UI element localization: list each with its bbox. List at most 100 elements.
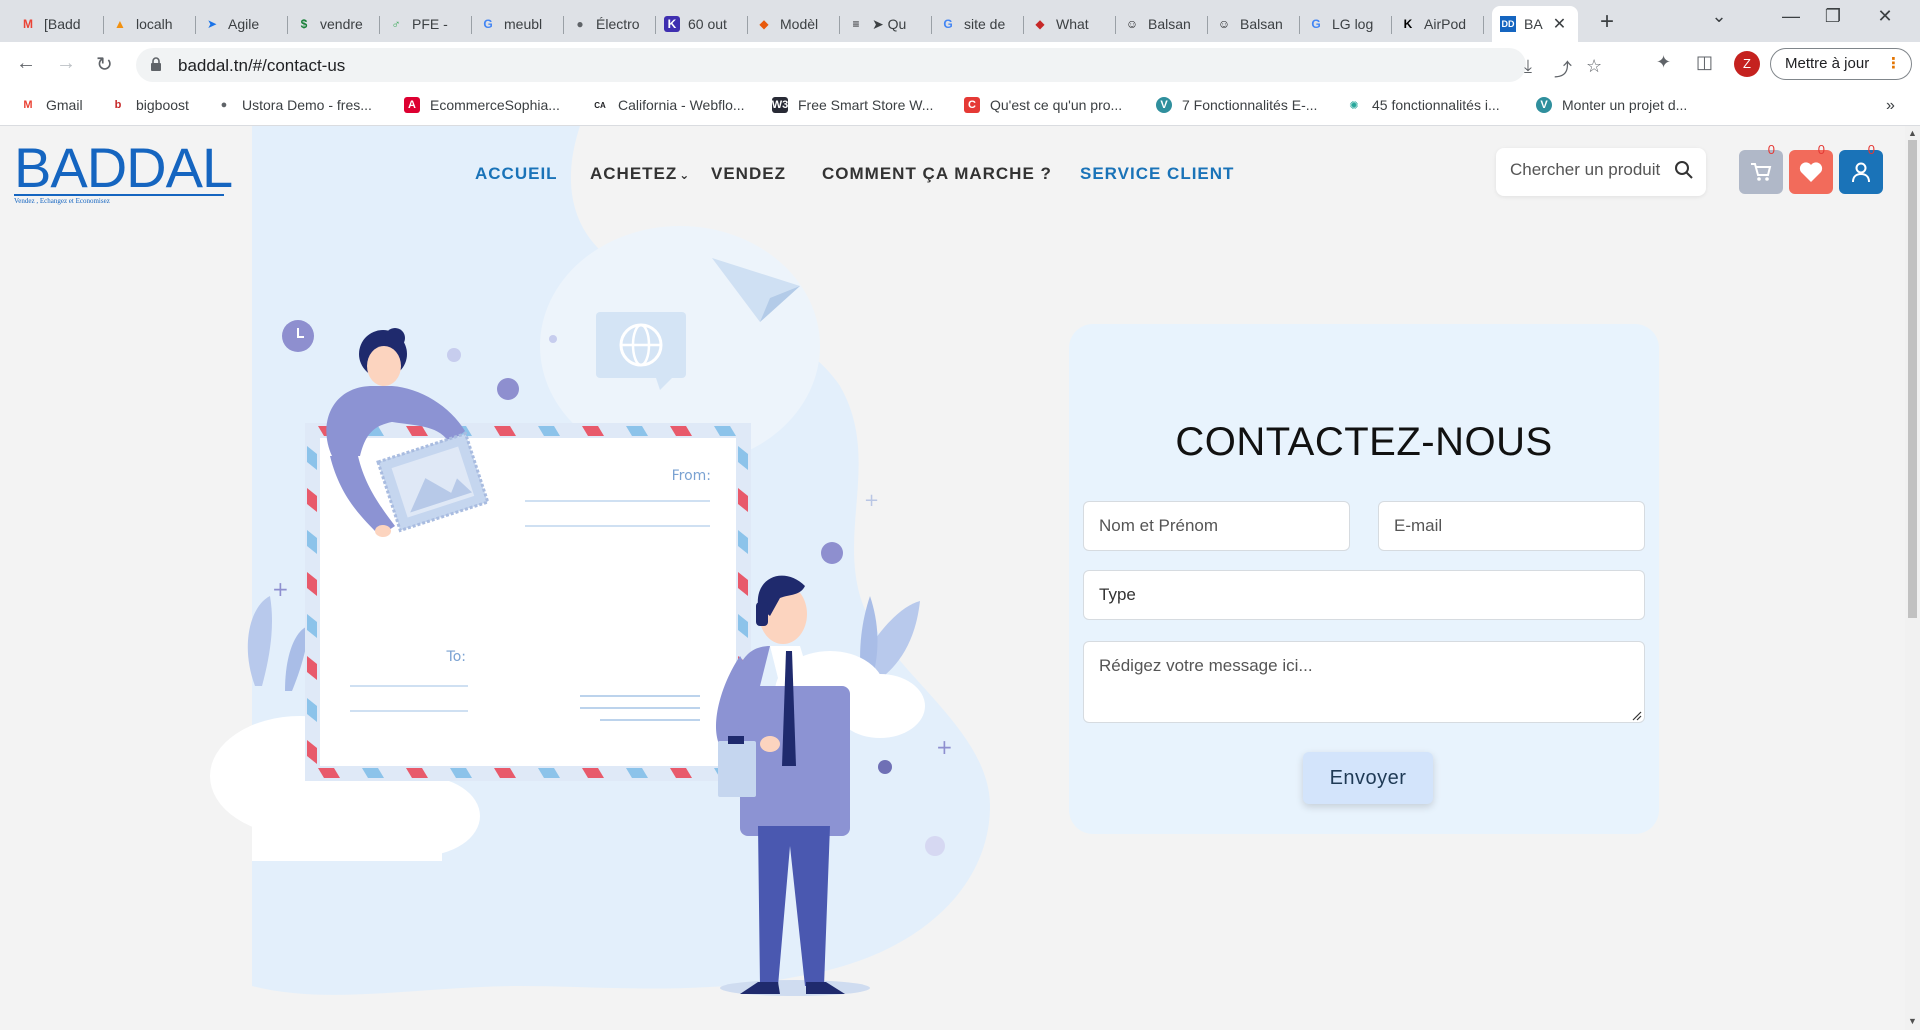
- browser-tab[interactable]: ♂ PFE -: [380, 6, 472, 42]
- address-bar[interactable]: baddal.tn/#/contact-us ⤓ ⤴ ☆: [136, 48, 1602, 82]
- browser-tab[interactable]: ➤ Agile: [196, 6, 288, 42]
- browser-tab[interactable]: DD BA ✕: [1492, 6, 1578, 42]
- browser-tab[interactable]: Gsite de: [932, 6, 1024, 42]
- browser-tab[interactable]: ▲ localh: [104, 6, 196, 42]
- browser-tab[interactable]: K AirPod: [1392, 6, 1484, 42]
- nav-customer-service[interactable]: SERVICE CLIENT: [1080, 164, 1234, 184]
- search-input[interactable]: [1510, 160, 1670, 180]
- site-logo[interactable]: BADDAL Vendez , Echangez et Economisez: [14, 136, 233, 205]
- w3-icon: W3: [771, 97, 789, 113]
- share-icon[interactable]: ⤴: [1554, 56, 1572, 82]
- bookmark-item[interactable]: M Gmail: [20, 97, 83, 113]
- browser-tab[interactable]: $ vendre: [288, 6, 380, 42]
- scroll-up-icon[interactable]: ▲: [1908, 128, 1917, 138]
- scroll-down-icon[interactable]: ▼: [1908, 1016, 1917, 1026]
- wishlist-button[interactable]: 0: [1789, 142, 1833, 194]
- browser-tab[interactable]: ≡ ➤ Qu: [840, 6, 932, 42]
- send-button[interactable]: Envoyer: [1303, 752, 1433, 804]
- close-window-icon[interactable]: ✕: [1870, 6, 1900, 27]
- url-text: baddal.tn/#/contact-us: [178, 56, 346, 75]
- nav-how-it-works[interactable]: COMMENT ÇA MARCHE ?: [822, 164, 1052, 184]
- browser-tab[interactable]: ◆ What: [1024, 6, 1116, 42]
- bookmark-item[interactable]: W3 Free Smart Store W...: [772, 97, 933, 113]
- tab-title: ➤ Qu: [872, 15, 907, 32]
- message-field[interactable]: [1083, 641, 1645, 723]
- tab-title: BA: [1524, 16, 1543, 32]
- browser-tab[interactable]: ☺ Balsan: [1116, 6, 1208, 42]
- reload-icon[interactable]: ↻: [96, 52, 113, 77]
- tab-title: Électro: [596, 16, 640, 32]
- tab-title: Balsan: [1148, 16, 1191, 32]
- bigboost-icon: b: [114, 99, 122, 111]
- tab-title: 60 out: [688, 16, 727, 32]
- dots-icon: ✺: [1349, 99, 1359, 112]
- new-tab-icon[interactable]: +: [1600, 8, 1614, 36]
- browser-tab[interactable]: M [Badd: [12, 6, 104, 42]
- bookmark-label: Gmail: [46, 97, 83, 113]
- browser-tab[interactable]: ☺ Balsan: [1208, 6, 1300, 42]
- nav-buy[interactable]: ACHETEZ ⌄: [590, 164, 690, 184]
- product-search: [1496, 148, 1706, 196]
- page-scrollbar[interactable]: ▲ ▼: [1905, 126, 1920, 1030]
- bookmark-item[interactable]: A EcommerceSophia...: [404, 97, 560, 113]
- install-icon[interactable]: ⤓: [1524, 56, 1532, 77]
- smiley-icon: ☺: [1217, 17, 1231, 31]
- close-tab-icon[interactable]: ✕: [1553, 14, 1566, 34]
- side-panel-icon[interactable]: ◫: [1696, 52, 1713, 73]
- bookmark-item[interactable]: V Monter un projet d...: [1536, 97, 1687, 113]
- browser-toolbar: ← → ↻ baddal.tn/#/contact-us ⤓ ⤴ ☆ ✦ ◫ Z…: [0, 42, 1920, 88]
- search-icon[interactable]: [1674, 160, 1694, 180]
- browser-tab[interactable]: ● Électro: [564, 6, 656, 42]
- profile-avatar[interactable]: Z: [1734, 51, 1760, 77]
- browser-tab[interactable]: Gmeubl: [472, 6, 564, 42]
- browser-tab[interactable]: ◆ Modèl: [748, 6, 840, 42]
- account-button[interactable]: 0: [1839, 142, 1883, 194]
- tab-search-icon[interactable]: ⌄: [1704, 6, 1734, 27]
- email-field[interactable]: [1378, 501, 1645, 551]
- smiley-icon: ☺: [1125, 17, 1139, 31]
- maximize-icon[interactable]: ❐: [1818, 6, 1848, 27]
- tab-title: What: [1056, 16, 1089, 32]
- to-label: To:: [446, 649, 466, 665]
- name-field[interactable]: [1083, 501, 1350, 551]
- bookmark-item[interactable]: b bigboost: [110, 97, 189, 113]
- browser-tab[interactable]: K 60 out: [656, 6, 748, 42]
- browser-tab[interactable]: G LG log: [1300, 6, 1392, 42]
- bookmark-item[interactable]: ✺ 45 fonctionnalités i...: [1346, 97, 1499, 113]
- tab-separator: [1483, 16, 1484, 34]
- tab-title: PFE -: [412, 16, 448, 32]
- more-bookmarks-icon[interactable]: »: [1886, 97, 1895, 115]
- scrollbar-thumb[interactable]: [1908, 140, 1917, 618]
- star-icon[interactable]: ☆: [1586, 56, 1602, 77]
- tab-title: site de: [964, 16, 1006, 32]
- globe-icon: ●: [220, 99, 228, 111]
- svg-text:+: +: [864, 490, 879, 511]
- nav-buy-label: ACHETEZ: [590, 164, 678, 183]
- bookmark-item[interactable]: V 7 Fonctionnalités E-...: [1156, 97, 1317, 113]
- bookmark-item[interactable]: ● Ustora Demo - fres...: [216, 97, 372, 113]
- forward-icon[interactable]: →: [56, 52, 76, 75]
- type-field[interactable]: [1083, 570, 1645, 620]
- nav-sell[interactable]: VENDEZ: [711, 164, 786, 184]
- minimize-icon[interactable]: —: [1776, 6, 1806, 27]
- extensions-icon[interactable]: ✦: [1656, 52, 1671, 73]
- bookmark-label: bigboost: [136, 97, 189, 113]
- bookmark-label: 7 Fonctionnalités E-...: [1182, 97, 1318, 113]
- logo-text: BADDAL: [14, 136, 233, 199]
- dd-icon: DD: [1500, 16, 1516, 32]
- resize-grip-icon[interactable]: [1632, 711, 1642, 721]
- nav-home[interactable]: ACCUEIL: [475, 164, 558, 184]
- chevron-down-icon: ⌄: [679, 168, 691, 182]
- tab-title: Agile: [228, 16, 260, 32]
- cart-button[interactable]: 0: [1739, 142, 1783, 194]
- back-icon[interactable]: ←: [16, 52, 36, 75]
- google-icon: G: [1311, 17, 1321, 31]
- page-content: + + + From: To: BADDAL Vendez , Echangez…: [0, 126, 1905, 1030]
- bookmark-label: Qu'est ce qu'un pro...: [990, 97, 1123, 113]
- update-button[interactable]: Mettre à jour ⋮: [1770, 48, 1912, 80]
- bookmark-item[interactable]: CA California - Webflo...: [592, 97, 744, 113]
- angular-icon: A: [404, 97, 420, 113]
- bookmark-item[interactable]: C Qu'est ce qu'un pro...: [964, 97, 1122, 113]
- contact-form-card: CONTACTEZ-NOUS Envoyer: [1069, 324, 1659, 834]
- gmail-icon: M: [23, 17, 33, 31]
